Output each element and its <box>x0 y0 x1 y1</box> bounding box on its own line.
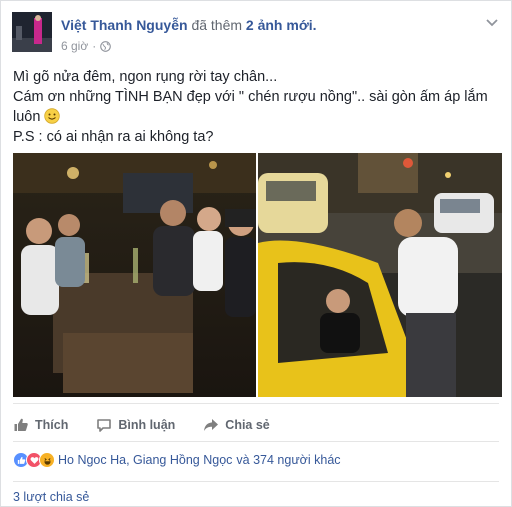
like-button[interactable]: Thích <box>13 413 68 437</box>
chevron-down-icon[interactable] <box>485 15 499 29</box>
divider <box>13 481 499 482</box>
haha-icon <box>39 452 55 468</box>
reaction-icons <box>13 452 55 468</box>
photo-count-link[interactable]: 2 ảnh mới. <box>246 17 317 33</box>
author-line: Việt Thanh Nguyễn đã thêm 2 ảnh mới. <box>61 16 317 34</box>
shares-count-link[interactable]: 3 lượt chia sẻ <box>13 490 89 504</box>
smile-emoji-icon <box>44 108 61 124</box>
comment-button[interactable]: Bình luận <box>96 413 175 437</box>
reactions-summary[interactable]: Ho Ngoc Ha, Giang Hồng Ngọc và 374 người… <box>13 452 341 468</box>
thumbs-up-icon <box>14 418 28 431</box>
post-actions: Thích Bình luận Chia sẻ <box>13 413 270 437</box>
post-text-line: Cám ơn những TÌNH BẠN đẹp với " chén rượ… <box>13 89 488 105</box>
post-card: Việt Thanh Nguyễn đã thêm 2 ảnh mới. 6 g… <box>0 0 512 507</box>
post-text-line: Mì gõ nửa đêm, ngon rụng rời tay chân... <box>13 69 278 85</box>
post-timestamp[interactable]: 6 giờ <box>61 39 88 53</box>
like-label: Thích <box>35 418 69 432</box>
comment-label: Bình luận <box>118 418 176 432</box>
post-text: Mì gõ nửa đêm, ngon rụng rời tay chân...… <box>13 67 493 147</box>
share-arrow-icon <box>204 419 219 431</box>
comment-icon <box>97 419 112 432</box>
post-meta: 6 giờ · <box>61 39 112 53</box>
reaction-names[interactable]: Ho Ngoc Ha, Giang Hồng Ngọc <box>58 453 232 467</box>
share-label: Chia sẻ <box>225 418 270 432</box>
reaction-others[interactable]: và 374 người khác <box>236 453 340 467</box>
post-photo-group-dinner[interactable] <box>13 153 256 397</box>
author-name[interactable]: Việt Thanh Nguyễn <box>61 17 188 33</box>
post-photo-yellow-car[interactable] <box>258 153 502 397</box>
author-avatar[interactable] <box>12 12 52 52</box>
divider <box>13 403 499 404</box>
post-text-line: P.S : có ai nhận ra ai không ta? <box>13 129 214 145</box>
divider <box>13 441 499 442</box>
author-action: đã thêm <box>191 17 243 33</box>
post-text-line: luôn <box>13 109 41 125</box>
globe-icon[interactable] <box>100 40 112 52</box>
share-button[interactable]: Chia sẻ <box>203 413 270 437</box>
